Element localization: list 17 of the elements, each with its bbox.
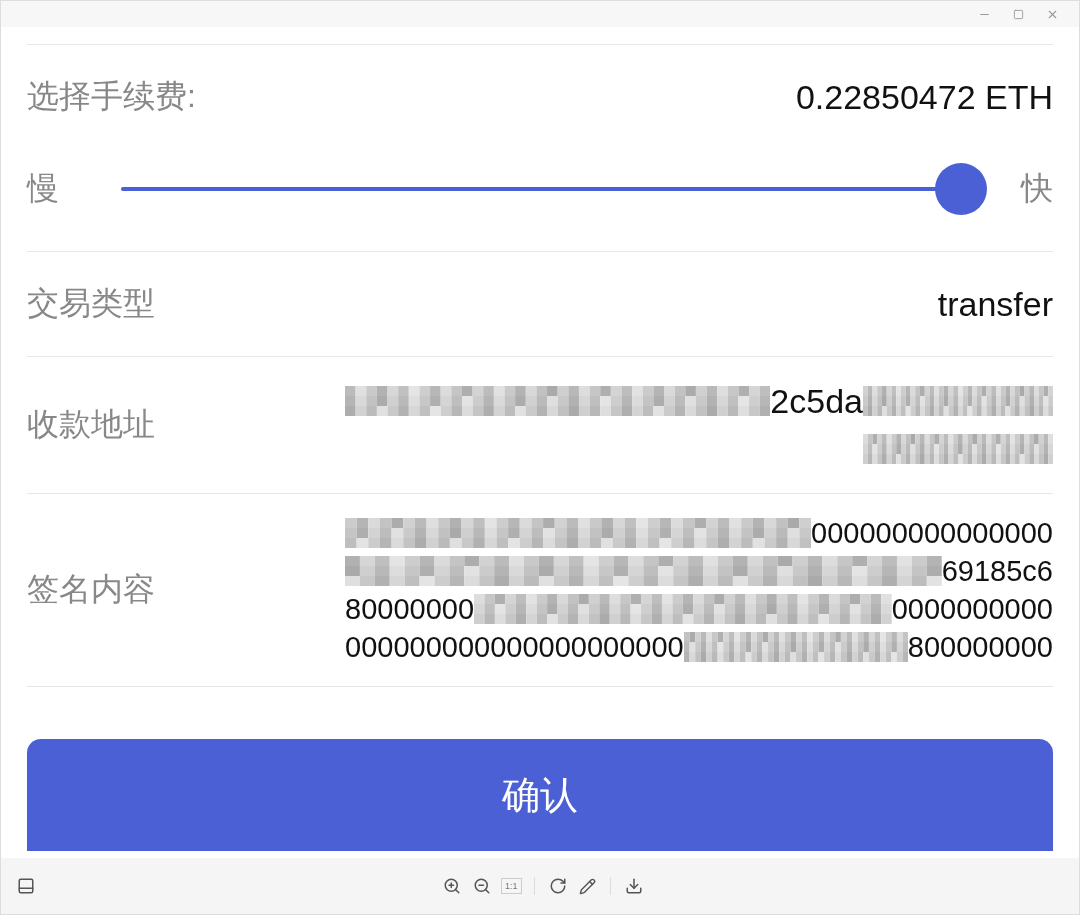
- fee-label: 选择手续费:: [27, 77, 196, 116]
- fast-label: 快: [1021, 169, 1053, 208]
- row-label: 签名内容: [27, 570, 155, 609]
- slider-thumb[interactable]: [935, 163, 987, 215]
- row-label: 收款地址: [27, 405, 155, 444]
- row-value-text: 80000000: [345, 592, 475, 626]
- row-value-text: 69185c6: [941, 554, 1053, 588]
- row-value-text: 800000000: [907, 630, 1053, 664]
- row-value-text: 2c5da: [770, 381, 863, 421]
- row-value-text: 000000000000000: [811, 516, 1053, 550]
- row-value-text: 0000000000: [891, 592, 1053, 626]
- confirm-button[interactable]: 确认: [27, 739, 1053, 851]
- fee-value: 0.22850472 ETH: [795, 77, 1053, 117]
- row-value: transfer: [937, 284, 1053, 324]
- row-label: 交易类型: [27, 284, 155, 323]
- row-value-text: 000000000000000000000: [345, 630, 684, 664]
- slow-label: 慢: [27, 169, 59, 208]
